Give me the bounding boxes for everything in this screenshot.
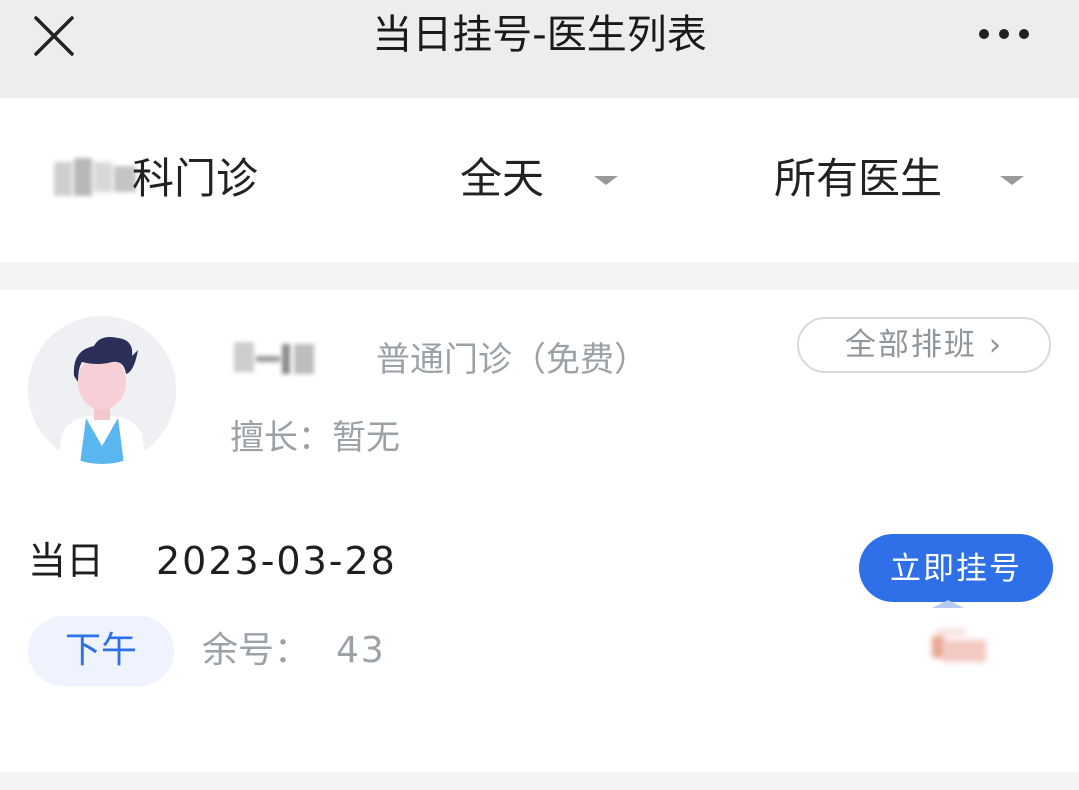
specialty-value: 暂无 — [332, 418, 400, 458]
remaining-slots: 余号： 43 — [202, 626, 386, 676]
section-divider — [0, 772, 1079, 790]
section-divider — [0, 262, 1079, 290]
caret-down-icon — [594, 176, 618, 185]
tooltip-pointer-icon — [932, 600, 964, 608]
redacted-doctor-name — [234, 342, 314, 374]
department-filter-label: 科门诊 — [132, 154, 259, 203]
doctor-avatar-icon — [28, 316, 176, 464]
chevron-right-icon: › — [988, 327, 1004, 363]
caret-down-icon — [1000, 176, 1024, 185]
all-schedule-button[interactable]: 全部排班 › — [797, 317, 1051, 373]
doctor-filter-label: 所有医生 — [774, 154, 943, 203]
clinic-type: 普通门诊（免费） — [376, 340, 648, 380]
slot-date: 2023-03-28 — [156, 539, 397, 583]
period-badge: 下午 — [28, 616, 174, 686]
more-horizontal-icon — [979, 29, 1029, 39]
nav-header: 当日挂号-医生列表 — [0, 0, 1079, 98]
register-now-button[interactable]: 立即挂号 — [859, 534, 1053, 602]
doctor-specialty: 擅长：暂无 — [230, 414, 400, 462]
redacted-text — [54, 158, 136, 196]
time-filter-label: 全天 — [460, 154, 545, 203]
specialty-label: 擅长： — [230, 418, 332, 458]
all-schedule-label: 全部排班 — [844, 327, 977, 363]
day-label: 当日 — [28, 539, 105, 583]
remaining-label: 余号： — [202, 630, 311, 671]
filter-bar: 科门诊 全天 所有医生 — [0, 98, 1079, 262]
remaining-count: 43 — [336, 630, 386, 671]
more-button[interactable] — [970, 16, 1040, 52]
redacted-sticker — [932, 628, 986, 662]
page-title: 当日挂号-医生列表 — [372, 12, 707, 58]
